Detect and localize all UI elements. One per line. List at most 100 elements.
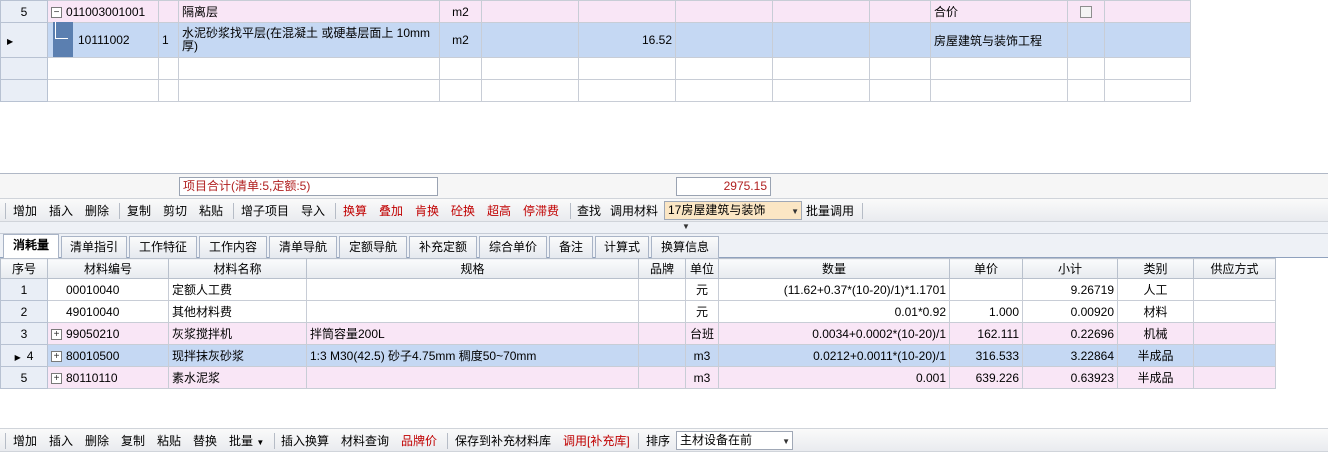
idx-cell	[158, 0, 179, 23]
spec-cell	[306, 366, 639, 389]
delete-material-button[interactable]: 删除	[85, 433, 109, 449]
material-name-cell: 现拌抹灰砂浆	[168, 344, 307, 367]
brand-cell	[638, 278, 686, 301]
col-header-no[interactable]: 序号	[0, 258, 48, 279]
import-button[interactable]: 导入	[301, 203, 325, 219]
empty-cell	[1104, 0, 1191, 23]
subtotal-cell: 0.63923	[1022, 366, 1118, 389]
call-material-button[interactable]: 调用材料	[610, 203, 658, 219]
tab-formula[interactable]: 计算式	[595, 236, 649, 258]
col-header-price[interactable]: 单价	[949, 258, 1023, 279]
collapse-arrow-icon[interactable]: ▼	[682, 222, 690, 231]
overlay-button[interactable]: 叠加	[379, 203, 403, 219]
qty-cell[interactable]: 0.001	[718, 366, 950, 389]
separator	[862, 203, 863, 219]
price-cell: 162.111	[949, 322, 1023, 345]
spec-cell: 拌筒容量200L	[306, 322, 639, 345]
tab-list-guide[interactable]: 清单指引	[61, 236, 127, 258]
expand-icon[interactable]: +	[51, 350, 62, 362]
paste-button[interactable]: 粘贴	[199, 203, 223, 219]
empty-cell	[675, 0, 773, 23]
copy-button[interactable]: 复制	[127, 203, 151, 219]
library-select[interactable]: 17房屋建筑与装饰 ▼	[664, 201, 802, 220]
find-button[interactable]: 查找	[577, 203, 601, 219]
empty-cell	[869, 57, 931, 80]
separator	[5, 433, 6, 449]
material-code-cell: +80110110	[47, 366, 169, 389]
subtotal-cell: 0.22696	[1022, 322, 1118, 345]
meat-replace-button[interactable]: 肯换	[415, 203, 439, 219]
insert-material-button[interactable]: 插入	[49, 433, 73, 449]
splitter-bar[interactable]: ▼	[0, 222, 1328, 234]
qty-cell[interactable]: 0.0034+0.0002*(10-20)/1	[718, 322, 950, 345]
collapse-icon[interactable]: −	[51, 6, 62, 18]
unit-cell: m3	[685, 366, 719, 389]
spec-cell: 1:3 M30(42.5) 砂子4.75mm 稠度50~70mm	[306, 344, 639, 367]
height-button[interactable]: 超高	[487, 203, 511, 219]
calc-button[interactable]: 换算	[343, 203, 367, 219]
sort-select[interactable]: 主材设备在前 ▼	[676, 431, 793, 450]
stall-fee-button[interactable]: 停滞费	[523, 203, 559, 219]
delete-button[interactable]: 删除	[85, 203, 109, 219]
tab-consumption[interactable]: 消耗量	[3, 234, 59, 259]
tab-list-nav[interactable]: 清单导航	[269, 236, 337, 258]
insert-button[interactable]: 插入	[49, 203, 73, 219]
insert-calc-button[interactable]: 插入换算	[281, 433, 329, 449]
concrete-replace-button[interactable]: 砼换	[451, 203, 475, 219]
col-header-code[interactable]: 材料编号	[47, 258, 169, 279]
material-row[interactable]: 1 00010040 定额人工费 元 (11.62+0.37*(10-20)/1…	[0, 278, 1276, 301]
tab-conversion-info[interactable]: 换算信息	[651, 236, 719, 258]
row-header	[0, 57, 48, 80]
tab-work-content[interactable]: 工作内容	[199, 236, 267, 258]
add-material-button[interactable]: 增加	[13, 433, 37, 449]
expand-icon[interactable]: +	[51, 328, 62, 340]
top-row-sub[interactable]: ▶ 10111002 1 水泥砂浆找平层(在混凝土 或硬基层面上 10mm 厚)…	[0, 22, 1191, 58]
top-row-5[interactable]: 5 −011003001001 隔离层 m2 合价	[0, 0, 1191, 23]
copy-material-button[interactable]: 复制	[121, 433, 145, 449]
material-name-cell: 定额人工费	[168, 278, 307, 301]
tab-quota-nav[interactable]: 定额导航	[339, 236, 407, 258]
tab-notes[interactable]: 备注	[549, 236, 593, 258]
material-row[interactable]: 5 +80110110 素水泥浆 m3 0.001 639.226 0.6392…	[0, 366, 1276, 389]
material-row[interactable]: 3 +99050210 灰浆搅拌机 拌筒容量200L 台班 0.0034+0.0…	[0, 322, 1276, 345]
col-header-unit[interactable]: 单位	[685, 258, 719, 279]
row-checkbox[interactable]	[1080, 6, 1092, 19]
row-number: 5	[0, 0, 48, 23]
empty-cell	[578, 57, 676, 80]
save-supp-button[interactable]: 保存到补充材料库	[455, 433, 551, 449]
col-header-qty[interactable]: 数量	[718, 258, 950, 279]
replace-material-button[interactable]: 替换	[193, 433, 217, 449]
add-subitem-button[interactable]: 增子项目	[241, 203, 289, 219]
col-header-brand[interactable]: 品牌	[638, 258, 686, 279]
col-header-name[interactable]: 材料名称	[168, 258, 307, 279]
batch-material-button[interactable]: 批量 ▼	[229, 433, 264, 449]
material-row[interactable]: 2 49010040 其他材料费 元 0.01*0.92 1.000 0.009…	[0, 300, 1276, 323]
supply-cell	[1193, 278, 1276, 301]
tab-work-feature[interactable]: 工作特征	[129, 236, 197, 258]
idx-cell: 1	[158, 22, 179, 58]
empty-row[interactable]	[0, 79, 1191, 102]
sort-select-value: 主材设备在前	[680, 433, 753, 447]
material-row-selected[interactable]: ▶ 4 +80010500 现拌抹灰砂浆 1:3 M30(42.5) 砂子4.75…	[0, 344, 1276, 367]
summary-bar: 项目合计(清单:5,定额:5) 2975.15	[0, 173, 1328, 198]
qty-cell[interactable]: (11.62+0.37*(10-20)/1)*1.1701	[718, 278, 950, 301]
col-header-spec[interactable]: 规格	[306, 258, 639, 279]
paste-material-button[interactable]: 粘贴	[157, 433, 181, 449]
call-supp-button[interactable]: 调用[补充库]	[563, 433, 630, 449]
col-header-subtotal[interactable]: 小计	[1022, 258, 1118, 279]
add-button[interactable]: 增加	[13, 203, 37, 219]
tab-unit-price[interactable]: 综合单价	[479, 236, 547, 258]
qty-cell[interactable]: 0.0212+0.0011*(10-20)/1	[718, 344, 950, 367]
type-cell: 半成品	[1117, 366, 1194, 389]
tab-supp-quota[interactable]: 补充定额	[409, 236, 477, 258]
col-header-supply[interactable]: 供应方式	[1193, 258, 1276, 279]
qty-cell[interactable]: 0.01*0.92	[718, 300, 950, 323]
cut-button[interactable]: 剪切	[163, 203, 187, 219]
row-number: 2	[0, 300, 48, 323]
material-query-button[interactable]: 材料查询	[341, 433, 389, 449]
batch-call-button[interactable]: 批量调用	[806, 203, 854, 219]
empty-row[interactable]	[0, 57, 1191, 80]
col-header-type[interactable]: 类别	[1117, 258, 1194, 279]
brand-price-button[interactable]: 品牌价	[401, 433, 437, 449]
expand-icon[interactable]: +	[51, 372, 62, 384]
